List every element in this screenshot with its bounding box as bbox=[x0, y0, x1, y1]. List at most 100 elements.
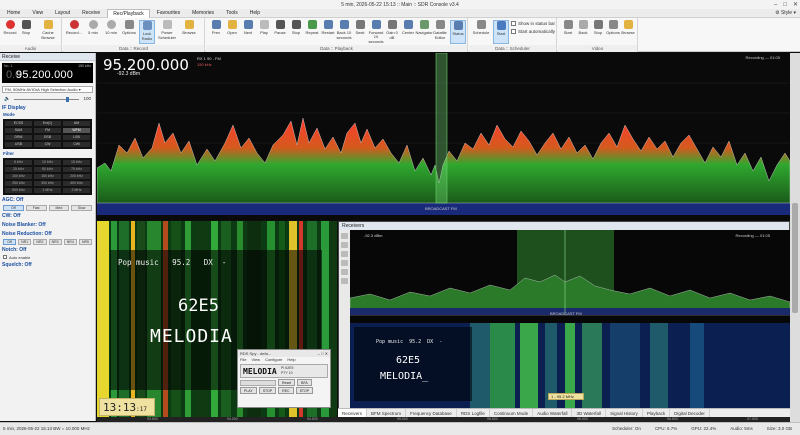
rds-spy-menu-help[interactable]: Help bbox=[287, 357, 295, 363]
status-button[interactable]: Status bbox=[450, 20, 466, 44]
repeat-button[interactable]: Repeat bbox=[304, 20, 320, 44]
filter-button[interactable]: 10 kHz bbox=[34, 160, 61, 165]
show-in-status-bar-checkbox[interactable]: Show in status bar bbox=[511, 21, 555, 26]
filter-button[interactable]: 200 kHz bbox=[63, 174, 90, 179]
rds-spy-stop-button[interactable]: STOP bbox=[258, 387, 277, 394]
right-scrollbar[interactable] bbox=[790, 53, 800, 422]
nr4-button[interactable]: NR4 bbox=[63, 239, 77, 245]
nr2-button[interactable]: NR2 bbox=[33, 239, 47, 245]
open-button[interactable]: Open bbox=[224, 20, 240, 44]
filter-button[interactable]: 50 kHz bbox=[34, 167, 61, 172]
record-browse-button[interactable]: Browse bbox=[179, 20, 199, 44]
zoom-in-icon[interactable] bbox=[341, 233, 348, 239]
agc-slow-button[interactable]: Slow bbox=[71, 205, 92, 211]
nr-off-button[interactable]: Off bbox=[3, 239, 17, 245]
maximize-icon[interactable]: □ bbox=[783, 2, 787, 8]
start-automatically-checkbox[interactable]: Start automatically bbox=[511, 29, 555, 34]
filter-button[interactable]: 2 MHz bbox=[63, 188, 90, 193]
filter-button[interactable]: 300 kHz bbox=[34, 181, 61, 186]
menu-receive[interactable]: Receive bbox=[77, 9, 105, 18]
mode-usb[interactable]: USB bbox=[5, 142, 32, 147]
audio-cache-browse-button[interactable]: Cache Browse bbox=[36, 20, 60, 44]
tab-audio-waterfall[interactable]: Audio Waterfall bbox=[533, 409, 573, 417]
menu-layout[interactable]: Layout bbox=[50, 9, 75, 18]
mode-am[interactable]: AM bbox=[63, 121, 90, 126]
mode-sam[interactable]: SAM bbox=[5, 128, 32, 133]
schedule-button[interactable]: Schedule bbox=[471, 20, 491, 44]
navigator-button[interactable]: Navigator bbox=[415, 20, 433, 44]
noise-blanker-title[interactable]: Noise Blanker: Off bbox=[0, 222, 95, 229]
menu-rec-playback[interactable]: Rec/Playback bbox=[107, 8, 150, 18]
audio-record-button[interactable]: Record bbox=[2, 20, 18, 44]
menu-view[interactable]: View bbox=[27, 9, 48, 18]
tab-bfm-spectrum[interactable]: BFM Spectrum bbox=[367, 409, 407, 417]
device-select[interactable]: FM, 50MHz AVIOrA High Selection Audio ▾ bbox=[2, 86, 93, 93]
filter-button[interactable]: 500 kHz bbox=[5, 188, 32, 193]
tab-receivers[interactable]: Receivers bbox=[338, 409, 368, 417]
nr5-button[interactable]: NR5 bbox=[78, 239, 93, 245]
video-stop-button[interactable]: Stop bbox=[590, 20, 606, 44]
scheduler-start-button[interactable]: Start bbox=[493, 20, 509, 44]
menu-tools[interactable]: Tools bbox=[221, 9, 243, 18]
lock-radio-button[interactable]: Lock Radio bbox=[139, 20, 155, 44]
mode-ext[interactable]: Ext(1) bbox=[34, 121, 61, 126]
minimize-icon[interactable]: – bbox=[774, 2, 777, 8]
play-button[interactable]: Play bbox=[256, 20, 272, 44]
menu-favourites[interactable]: Favourites bbox=[152, 9, 185, 18]
vfo-display[interactable]: No. 1 150 kHz 0.0 95.200.000 bbox=[2, 63, 93, 83]
pan-icon[interactable] bbox=[341, 251, 348, 257]
filter-button[interactable]: 15 kHz bbox=[63, 160, 90, 165]
rds-spy-menu-file[interactable]: File bbox=[240, 357, 246, 363]
forward-10-button[interactable]: Forward 10 seconds bbox=[368, 20, 384, 44]
center-button[interactable]: Center bbox=[400, 20, 416, 44]
video-options-button[interactable]: Options bbox=[605, 20, 621, 44]
receiver-spectrum[interactable]: -92.3 dBm Recording — 01:05 BROADCAST FM bbox=[349, 230, 791, 323]
tab-3d-waterfall[interactable]: 3D Waterfall bbox=[572, 409, 607, 417]
marker-icon[interactable] bbox=[341, 278, 348, 284]
rds-spy-play-button[interactable]: PLAY bbox=[240, 387, 257, 394]
filter-button[interactable]: 6 kHz bbox=[5, 160, 32, 165]
filter-button[interactable]: 1 MHz bbox=[34, 188, 61, 193]
record-5min-button[interactable]: 5 min bbox=[85, 20, 101, 44]
next-button[interactable]: Next bbox=[240, 20, 256, 44]
close-icon[interactable]: ✕ bbox=[793, 1, 798, 8]
mode-ecss[interactable]: ECSS bbox=[5, 121, 32, 126]
rds-spy-window-controls[interactable]: – □ ✕ bbox=[318, 350, 328, 357]
gain-button[interactable]: Gain 0 dB bbox=[384, 20, 400, 44]
filter-button[interactable]: 150 kHz bbox=[34, 174, 61, 179]
mode-wfm[interactable]: WFM bbox=[63, 128, 90, 133]
filter-button[interactable]: 400 kHz bbox=[63, 181, 90, 186]
video-back-button[interactable]: Back bbox=[575, 20, 591, 44]
tuning-marker[interactable] bbox=[435, 53, 448, 204]
receiver-marker[interactable]: 1 - 95.2 MHz bbox=[548, 393, 584, 400]
datafile-editor-button[interactable]: Datafile Editor bbox=[432, 20, 448, 44]
tab-continuum-mode[interactable]: Continuum Mode bbox=[490, 409, 534, 417]
mode-cw[interactable]: CW bbox=[34, 142, 61, 147]
agc-med-button[interactable]: Med bbox=[48, 205, 70, 211]
tab-playback[interactable]: Playback bbox=[643, 409, 671, 417]
power-scheduler-button[interactable]: Power Scheduler bbox=[157, 20, 177, 44]
mode-fm[interactable]: FM bbox=[34, 128, 61, 133]
receiver-waterfall[interactable]: Pop music 95.2 DX - 62E5 MELODIA_ 1 - 95… bbox=[350, 323, 790, 409]
restart-button[interactable]: Restart bbox=[320, 20, 336, 44]
rds-spy-window[interactable]: RDS Spy - defa... – □ ✕ File View Config… bbox=[237, 349, 331, 408]
mode-lsb[interactable]: LSB bbox=[63, 135, 90, 140]
notch-title[interactable]: Notch: Off bbox=[0, 247, 95, 254]
prev-button[interactable]: Prev bbox=[208, 20, 224, 44]
auto-enable-checkbox[interactable]: Auto enable bbox=[0, 254, 95, 260]
zoom-out-icon[interactable] bbox=[341, 242, 348, 248]
audio-stop-button[interactable]: Stop bbox=[18, 20, 34, 44]
style-selector[interactable]: ⚙ Style ▾ bbox=[775, 10, 796, 16]
if-display-title[interactable]: IF Display bbox=[0, 105, 95, 112]
tab-rds-logfile[interactable]: RDS Logfile bbox=[457, 409, 490, 417]
rds-spy-menu-configure[interactable]: Configure bbox=[265, 357, 282, 363]
agc-fast-button[interactable]: Fast bbox=[25, 205, 47, 211]
rds-spy-rec-button[interactable]: REC bbox=[278, 387, 294, 394]
video-start-button[interactable]: Start bbox=[560, 20, 576, 44]
video-browse-button[interactable]: Browse bbox=[620, 20, 636, 44]
back-10-button[interactable]: Back 10 seconds bbox=[336, 20, 352, 44]
nr1-button[interactable]: NR1 bbox=[18, 239, 32, 245]
rds-spy-rec-stop-button[interactable]: STOP bbox=[295, 387, 314, 394]
record-10min-button[interactable]: 10 min bbox=[103, 20, 119, 44]
volume-thumb[interactable] bbox=[66, 97, 69, 102]
